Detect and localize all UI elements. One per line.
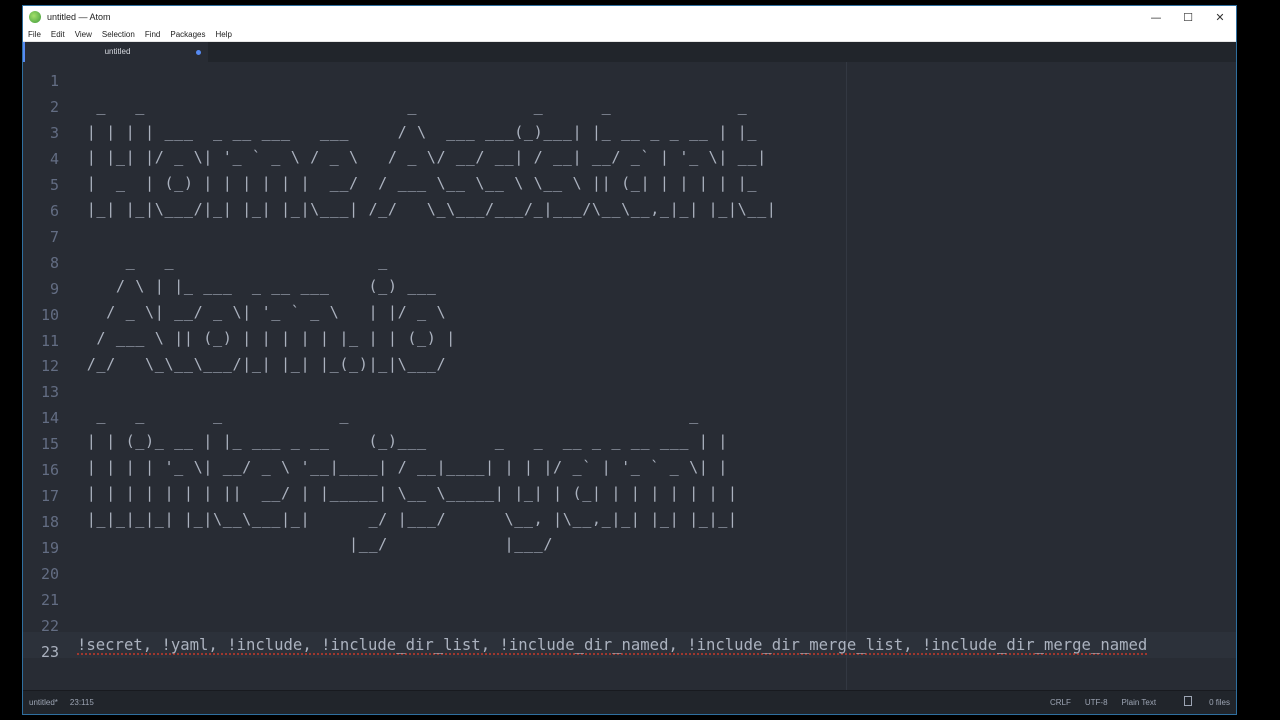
code-line: | | | | '_ \| __/ _ \ '__|____| / __|___… [77,457,728,476]
tab-bar: untitled [23,42,1236,62]
code-line: | | | | | | | || __/ | |_____| \__ \____… [77,483,738,502]
tab-label: untitled [104,47,131,56]
atom-app-icon [29,11,41,23]
line-number: 23 [40,642,59,661]
code-line: | |_| |/ _ \| '_ ` _ \ / _ \ / _ \/ __/ … [77,148,767,167]
code-line: | _ | (_) | | | | | | __/ / ___ \__ \__ … [77,174,758,193]
line-number: 17 [40,487,59,506]
status-file-name[interactable]: untitled* [29,691,58,714]
line-number: 12 [40,357,59,376]
file-icon [1184,696,1193,706]
status-bar: untitled* 23:115 CRLF UTF-8 Plain Text 0… [23,690,1236,714]
line-number: 8 [49,253,59,272]
window-title: untitled — Atom [47,12,111,22]
menu-view[interactable]: View [70,30,97,39]
status-grammar[interactable]: Plain Text [1122,691,1157,714]
line-number: 14 [40,409,59,428]
desktop-background: untitled — Atom — ☐ ✕ File Edit View Sel… [0,0,1280,720]
line-number: 16 [40,461,59,480]
line-number: 1 [49,72,59,90]
maximize-button[interactable]: ☐ [1172,6,1204,28]
status-files-label: 0 files [1209,698,1230,707]
code-line: / _ \| __/ _ \| '_ ` _ \ | |/ _ \ [77,303,447,322]
line-number: 20 [40,565,59,584]
code-line: | | | | ___ _ __ ___ ___ / \ ___ ___(_)_… [77,122,758,141]
line-number: 2 [49,97,59,116]
status-files[interactable]: 0 files [1170,691,1230,714]
code-line: |_|_|_|_| |_|\__\___|_| _/ |___/ \__, |\… [77,509,738,528]
code-line: / ___ \ || (_) | | | | | |_ | | (_) | [77,328,456,347]
line-number: 22 [40,616,59,635]
code-area[interactable]: _ _ _ _ _ _ | | | | ___ _ __ ___ ___ / \… [77,68,777,636]
code-line: /_/ \_\__\___/|_| |_| |_(_)|_|\___/ [77,354,447,373]
menu-selection[interactable]: Selection [97,30,140,39]
menu-file[interactable]: File [23,30,46,39]
wrap-guide [846,62,847,692]
line-number: 3 [49,123,59,142]
menu-bar: File Edit View Selection Find Packages H… [23,28,1236,42]
code-line: _ _ _ [77,251,388,270]
modified-indicator-icon[interactable] [196,50,201,55]
line-number: 6 [49,201,59,220]
menu-packages[interactable]: Packages [165,30,210,39]
code-line: |_| |_|\___/|_| |_| |_|\___| /_/ \_\___/… [77,199,777,218]
line-number: 11 [40,331,59,350]
line-number: 7 [49,227,59,246]
line-number: 19 [40,539,59,558]
code-line: _ _ _ _ _ _ [77,96,748,115]
title-bar[interactable]: untitled — Atom — ☐ ✕ [23,6,1236,28]
line-number: 10 [40,305,59,324]
line-number: 21 [40,591,59,609]
active-code-line[interactable]: !secret, !yaml, !include, !include_dir_l… [77,632,1147,658]
status-cursor-position[interactable]: 23:115 [70,691,94,714]
menu-help[interactable]: Help [211,30,237,39]
status-line-ending[interactable]: CRLF [1050,691,1071,714]
code-line: / \ | |_ ___ _ __ ___ (_) ___ [77,277,437,296]
menu-edit[interactable]: Edit [46,30,70,39]
line-number: 4 [49,149,59,168]
code-line: _ _ _ _ _ [77,406,699,425]
line-number: 9 [49,279,59,298]
menu-find[interactable]: Find [140,30,166,39]
window-controls: — ☐ ✕ [1140,6,1236,28]
text-editor[interactable]: 1 2 3 4 5 6 7 8 9 10 11 12 13 14 15 16 17 18 19 20 21 22 23 _ … [23,62,1236,692]
tab-untitled[interactable]: untitled [23,42,208,62]
close-button[interactable]: ✕ [1204,6,1236,28]
status-encoding[interactable]: UTF-8 [1085,691,1108,714]
atom-window: untitled — Atom — ☐ ✕ File Edit View Sel… [22,5,1237,715]
line-number: 18 [40,513,59,532]
minimize-button[interactable]: — [1140,6,1172,28]
line-number: 5 [49,175,59,194]
line-number: 13 [40,383,59,402]
line-number: 15 [40,435,59,454]
code-line: | | (_)_ __ | |_ ___ _ __ (_)___ _ _ __ … [77,432,728,451]
code-line: |__/ |___/ [77,535,554,554]
